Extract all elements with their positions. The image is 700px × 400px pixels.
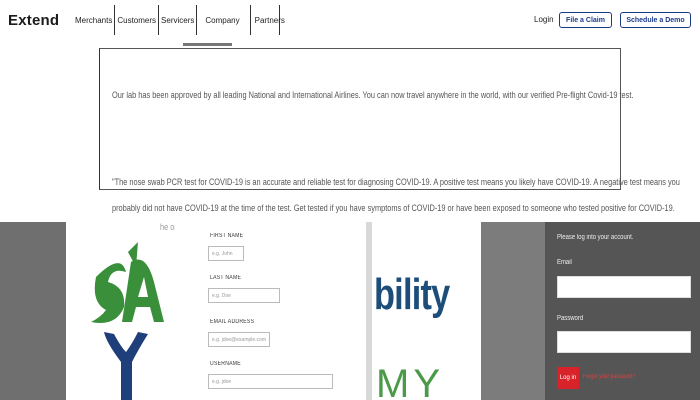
username-label: USERNAME [210, 361, 241, 367]
login-panel: Please log into your account. Email Pass… [545, 222, 700, 400]
content-panel: Our lab has been approved by all leading… [99, 48, 680, 190]
top-nav: Extend Merchants Customers Servicers Com… [0, 0, 700, 46]
login-link[interactable]: Login [534, 15, 554, 24]
login-password-input[interactable] [557, 331, 691, 353]
sia-logo-icon [91, 242, 164, 400]
login-prompt: Please log into your account. [557, 234, 634, 241]
panel-paragraph-1: Our lab has been approved by all leading… [112, 90, 634, 100]
login-password-label: Password [557, 315, 584, 322]
gray-gap [481, 222, 545, 400]
first-name-label: FIRST NAME [210, 233, 244, 239]
file-claim-button[interactable]: File a Claim [559, 12, 612, 28]
email-label: EMAIL ADDRESS [210, 319, 255, 325]
extend-logo[interactable]: Extend [8, 12, 59, 29]
first-name-input[interactable]: e.g. John [208, 246, 244, 261]
schedule-demo-button[interactable]: Schedule a Demo [620, 12, 691, 28]
sia-logo-card [66, 222, 175, 400]
panel-paragraph-2-line-1: "The nose swab PCR test for COVID-19 is … [112, 177, 680, 187]
email-input[interactable]: e.g. jdoe@example.com [208, 332, 270, 347]
nav-link-merchants[interactable]: Merchants [73, 5, 116, 35]
nav-links: Merchants Customers Servicers Company Pa… [73, 5, 285, 35]
mobility-logo-card: bility MY [372, 222, 481, 400]
nav-link-partners[interactable]: Partners [251, 5, 285, 35]
mobility-logo-sub: MY [376, 362, 444, 400]
nav-link-servicers[interactable]: Servicers [159, 5, 198, 35]
login-email-label: Email [557, 259, 572, 266]
active-tab-indicator [183, 43, 232, 46]
signup-form: FIRST NAME e.g. John LAST NAME e.g. Doe … [175, 222, 366, 400]
gray-strip [0, 222, 66, 400]
mobility-logo-text: bility [374, 270, 450, 319]
forgot-password-link[interactable]: Forgot your password? [583, 374, 635, 380]
nav-link-company[interactable]: Company [197, 5, 251, 35]
nav-link-customers[interactable]: Customers [115, 5, 160, 35]
username-input[interactable]: e.g. jdoe [208, 374, 333, 389]
login-button[interactable]: Log in [557, 367, 579, 389]
last-name-input[interactable]: e.g. Doe [208, 288, 280, 303]
login-email-input[interactable] [557, 276, 691, 298]
last-name-label: LAST NAME [210, 275, 242, 281]
panel-paragraph-2-line-2: probably did not have COVID-19 at the ti… [112, 203, 675, 213]
